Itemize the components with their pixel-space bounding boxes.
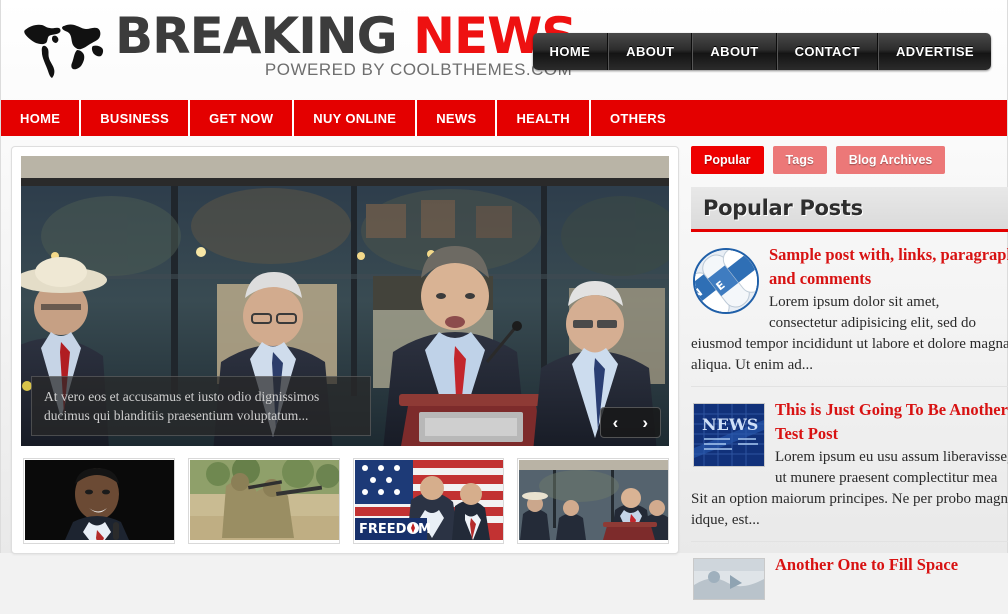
main-column: At vero eos et accusamus et iusto odio d… <box>11 146 679 614</box>
menu-item-business[interactable]: BUSINESS <box>81 100 191 136</box>
list-item[interactable]: NEWS This is Just Going To Be Another Te… <box>691 387 1008 542</box>
post-thumbnail-light-photo[interactable] <box>693 558 765 600</box>
post-thumbnail-news-banner[interactable]: NEWS <box>693 403 765 467</box>
topnav-item-home[interactable]: HOME <box>533 33 609 70</box>
sidebar-tabs[interactable]: Popular Tags Blog Archives <box>691 146 1008 174</box>
svg-text:NEWS: NEWS <box>702 415 758 434</box>
topnav-item-about-1[interactable]: ABOUT <box>608 33 693 70</box>
slider-caption: At vero eos et accusamus et iusto odio d… <box>31 376 371 436</box>
page-content: At vero eos et accusamus et iusto odio d… <box>1 136 1008 614</box>
slider-navigation[interactable]: ‹ › <box>599 407 661 438</box>
world-map-icon <box>19 16 111 80</box>
post-thumbnail-newspaper-rolls[interactable]: NE <box>693 248 759 314</box>
list-item[interactable]: NE Sample post with, links, paragraph an… <box>691 232 1008 387</box>
svg-text:M: M <box>418 522 431 537</box>
tab-blog-archives[interactable]: Blog Archives <box>835 146 946 174</box>
main-menu-bar[interactable]: HOME BUSINESS GET NOW NUY ONLINE NEWS HE… <box>1 100 1007 136</box>
thumbnail-portrait-speaker[interactable] <box>23 458 175 544</box>
svg-text:FREED: FREED <box>359 522 407 537</box>
logo-primary-text: BREAKING <box>115 7 398 65</box>
menu-item-others[interactable]: OTHERS <box>591 100 685 136</box>
site-logo[interactable]: BREAKING NEWS POWERED BY COOLBTHEMES.COM <box>19 7 577 80</box>
widget-title: Popular Posts <box>703 196 863 220</box>
topnav-item-advertise[interactable]: ADVERTISE <box>877 33 991 70</box>
slider-prev-icon[interactable]: ‹ <box>601 408 631 437</box>
popular-posts-header: Popular Posts <box>691 187 1008 232</box>
thumbnail-freedom-rally[interactable]: FREED M <box>352 458 505 544</box>
menu-item-get-now[interactable]: GET NOW <box>190 100 295 136</box>
post-excerpt-line4: idque, est... <box>691 512 760 528</box>
tab-popular[interactable]: Popular <box>691 146 764 174</box>
thumbnail-press-conference[interactable] <box>517 458 669 544</box>
post-excerpt-line2: ut munere praesent complectitur mea <box>775 470 998 486</box>
menu-item-health[interactable]: HEALTH <box>497 100 591 136</box>
thumbnail-strip[interactable]: FREED M <box>21 458 669 544</box>
featured-slider[interactable]: At vero eos et accusamus et iusto odio d… <box>21 156 669 446</box>
post-excerpt-line2: consectetur adipisicing elit, sed do <box>769 315 977 331</box>
sidebar: Popular Tags Blog Archives Popular Posts <box>691 146 1008 614</box>
page-root: BREAKING NEWS POWERED BY COOLBTHEMES.COM… <box>0 0 1008 600</box>
site-header: BREAKING NEWS POWERED BY COOLBTHEMES.COM… <box>1 0 1007 100</box>
menu-item-news[interactable]: NEWS <box>417 100 498 136</box>
featured-slider-card: At vero eos et accusamus et iusto odio d… <box>11 146 679 554</box>
slider-next-icon[interactable]: › <box>630 408 660 437</box>
top-navigation[interactable]: HOME ABOUT ABOUT CONTACT ADVERTISE <box>532 33 991 70</box>
post-excerpt-line3: eiusmod tempor incididunt ut labore et d… <box>691 336 1008 352</box>
menu-item-home[interactable]: HOME <box>1 100 82 136</box>
tab-tags[interactable]: Tags <box>772 146 827 174</box>
post-excerpt-line4: aliqua. Ut enim ad... <box>691 357 814 373</box>
topnav-item-contact[interactable]: CONTACT <box>776 33 878 70</box>
menu-item-nuy-online[interactable]: NUY ONLINE <box>294 100 418 136</box>
topnav-item-about-2[interactable]: ABOUT <box>692 33 777 70</box>
post-excerpt-line3: Sit an option maiorum principes. Ne per … <box>691 491 1008 507</box>
thumbnail-soldiers-desert[interactable] <box>187 458 340 544</box>
popular-posts-list: NE Sample post with, links, paragraph an… <box>691 232 1008 614</box>
